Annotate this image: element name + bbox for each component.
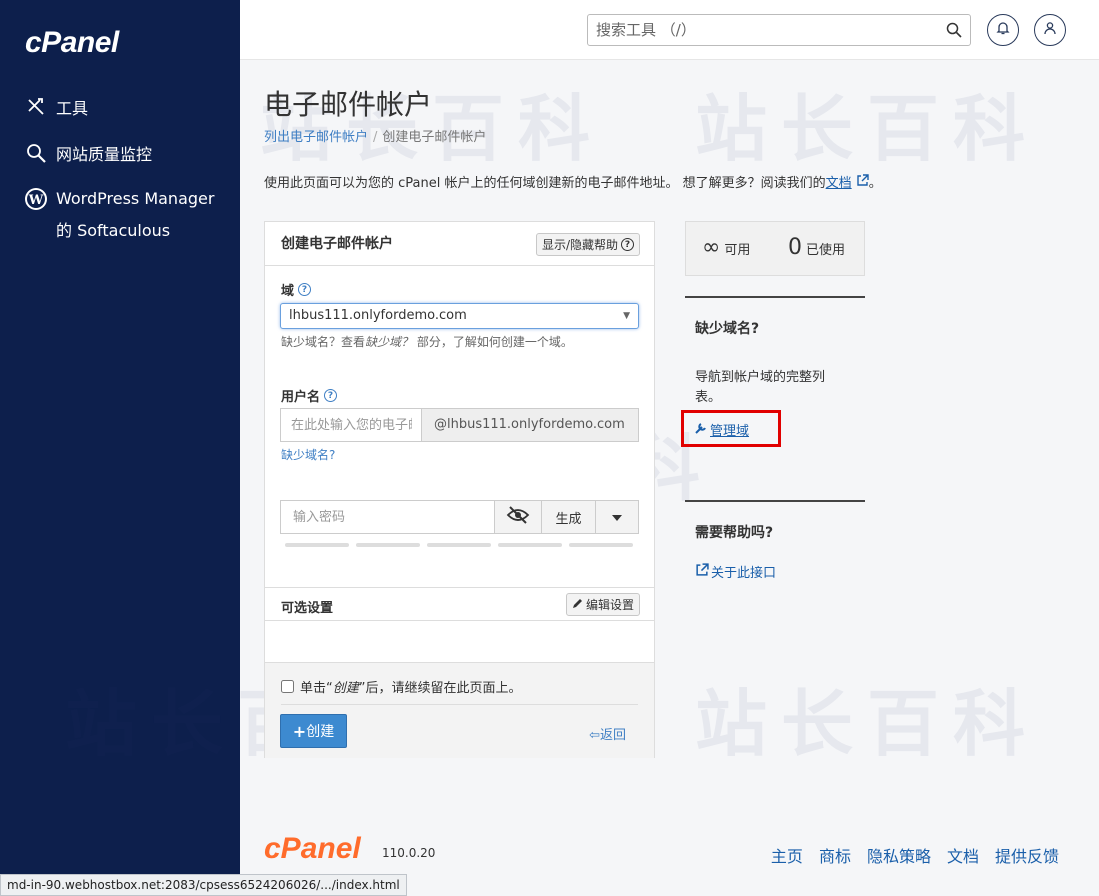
- tools-icon: [24, 95, 48, 119]
- domain-hint: 缺少域名？查看缺少域？ 部分，了解如何创建一个域。: [281, 335, 573, 349]
- stay-on-page-option[interactable]: 单击“创建”后，请继续留在此页面上。: [281, 677, 522, 696]
- bell-icon: [996, 21, 1010, 39]
- generate-password-button[interactable]: 生成: [541, 500, 596, 534]
- top-header: [240, 0, 1099, 60]
- wordpress-icon: W: [24, 187, 48, 211]
- breadcrumb-current: 创建电子邮件帐户: [382, 130, 487, 145]
- optional-settings-title: 可选设置: [281, 601, 334, 616]
- wrench-icon: [695, 421, 708, 438]
- help-icon: ?: [621, 238, 634, 251]
- password-strength-segment: [356, 543, 420, 547]
- watermark: 站长百科: [695, 87, 1040, 171]
- footer-links: 主页 商标 隐私策略 文档 提供反馈: [771, 843, 1059, 867]
- domain-label: 域 ?: [281, 280, 312, 299]
- user-menu-button[interactable]: [1034, 14, 1066, 46]
- password-strength-segment: [427, 543, 491, 547]
- domain-select[interactable]: lhbus111.onlyfordemo.com ▼: [280, 303, 639, 329]
- page-title: 电子邮件帐户: [264, 88, 433, 121]
- intro-text: 使用此页面可以为您的 cPanel 帐户上的任何域创建新的电子邮件地址。 想了解…: [264, 174, 882, 191]
- external-link-icon: [695, 562, 709, 581]
- optional-settings-header: 可选设置 编辑设置: [265, 587, 654, 621]
- panel-header: 创建电子邮件帐户 显示/隐藏帮助 ?: [265, 222, 654, 266]
- user-icon: [1043, 21, 1057, 39]
- help-icon[interactable]: ?: [324, 389, 338, 402]
- pencil-icon: [572, 598, 583, 612]
- sidebar-item-wordpress[interactable]: W WordPress Manager 的 Softaculous: [24, 183, 224, 247]
- sidebar-item-tools[interactable]: 工具: [24, 95, 88, 119]
- cpanel-footer-logo[interactable]: cPanel: [264, 832, 361, 866]
- back-link[interactable]: ⇦返回: [589, 724, 626, 743]
- external-link-icon: [856, 174, 869, 191]
- footer-link-trademarks[interactable]: 商标: [819, 843, 851, 867]
- available-stat: ∞ 可用: [702, 235, 751, 260]
- panel-title: 创建电子邮件帐户: [281, 236, 393, 252]
- notifications-button[interactable]: [987, 14, 1019, 46]
- toggle-password-visibility-button[interactable]: [494, 500, 542, 534]
- divider: [685, 296, 865, 298]
- breadcrumb: 列出电子邮件帐户 / 创建电子邮件帐户: [264, 130, 487, 145]
- sidebar-item-label: 网站质量监控: [56, 145, 153, 164]
- domain-suffix: @lhbus111.onlyfordemo.com: [421, 408, 639, 442]
- footer-link-home[interactable]: 主页: [771, 843, 803, 867]
- divider: [685, 500, 865, 502]
- stay-on-page-checkbox[interactable]: [281, 680, 294, 693]
- email-quota-stats: ∞ 可用 0 已使用: [685, 221, 865, 276]
- missing-domain-link[interactable]: 缺少域名?: [281, 446, 335, 463]
- sidebar-item-label: 工具: [56, 99, 89, 118]
- missing-domain-text: 导航到帐户域的完整列表。: [695, 370, 826, 405]
- need-help-heading: 需要帮助吗?: [695, 525, 774, 541]
- sidebar-item-label: WordPress Manager 的 Softaculous: [56, 189, 215, 240]
- infinity-value: ∞: [702, 235, 721, 260]
- version-number: 110.0.20: [382, 846, 436, 860]
- footer-link-privacy[interactable]: 隐私策略: [867, 843, 931, 867]
- sidebar: cPanel 工具 网站质量监控 W WordPress Manager 的 S…: [0, 0, 240, 896]
- username-input[interactable]: [280, 408, 422, 442]
- toggle-help-button[interactable]: 显示/隐藏帮助 ?: [535, 233, 640, 256]
- password-input[interactable]: [280, 500, 495, 534]
- plus-icon: +: [292, 721, 307, 741]
- magnifier-icon: [24, 141, 48, 165]
- documentation-link[interactable]: 文档: [826, 176, 852, 191]
- help-icon[interactable]: ?: [298, 283, 312, 296]
- footer-link-feedback[interactable]: 提供反馈: [995, 843, 1059, 867]
- generate-options-dropdown[interactable]: [595, 500, 639, 534]
- svg-text:W: W: [28, 193, 44, 208]
- form-footer: 单击“创建”后，请继续留在此页面上。 + 创建 ⇦返回: [265, 662, 654, 758]
- browser-status-bar: md-in-90.webhostbox.net:2083/cpsess65242…: [0, 874, 407, 896]
- search-box: [587, 14, 971, 46]
- password-strength-segment: [498, 543, 562, 547]
- cpanel-logo[interactable]: cPanel: [25, 26, 119, 60]
- missing-domain-heading: 缺少域名?: [695, 321, 760, 337]
- breadcrumb-parent-link[interactable]: 列出电子邮件帐户: [264, 130, 368, 145]
- create-button[interactable]: + 创建: [280, 714, 347, 748]
- sidebar-item-site-quality[interactable]: 网站质量监控: [24, 141, 152, 165]
- manage-domains-link[interactable]: 管理域: [695, 420, 749, 439]
- search-icon[interactable]: [946, 22, 962, 42]
- footer-link-docs[interactable]: 文档: [947, 843, 979, 867]
- create-email-panel: 创建电子邮件帐户 显示/隐藏帮助 ? 域 ? lhbus111.onlyford…: [264, 221, 655, 758]
- about-interface-link[interactable]: 关于此接口: [695, 562, 776, 581]
- divider: [281, 704, 638, 705]
- eye-slash-icon: [506, 506, 530, 528]
- password-strength-segment: [569, 543, 633, 547]
- watermark: 站长百科: [695, 682, 1040, 766]
- used-stat: 0 已使用: [788, 235, 846, 260]
- dropdown-arrow-icon: ▼: [623, 311, 630, 321]
- edit-settings-button[interactable]: 编辑设置: [565, 593, 640, 616]
- caret-down-icon: [612, 510, 622, 525]
- password-strength-segment: [285, 543, 349, 547]
- search-input[interactable]: [588, 15, 928, 45]
- arrow-left-icon: ⇦: [589, 728, 600, 743]
- username-label: 用户名 ?: [281, 386, 338, 405]
